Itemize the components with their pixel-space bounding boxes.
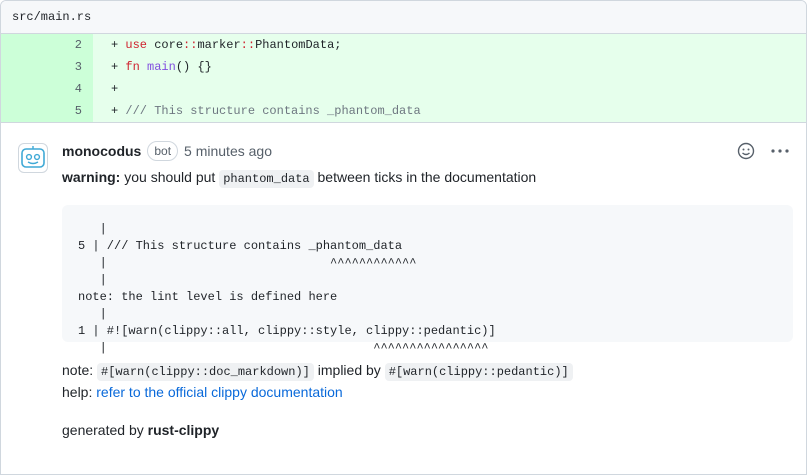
- warning-text: you should put: [120, 169, 220, 185]
- line-number[interactable]: 4: [53, 78, 93, 100]
- warning-line: warning: you should put phantom_data bet…: [62, 167, 793, 189]
- kebab-icon[interactable]: [770, 141, 790, 161]
- diff-gutter-old: [1, 78, 53, 100]
- inline-code: phantom_data: [219, 170, 314, 188]
- clippy-docs-link[interactable]: refer to the official clippy documentati…: [96, 384, 342, 400]
- generator-name: rust-clippy: [147, 422, 220, 438]
- file-header: src/main.rs: [1, 1, 806, 34]
- code-block: | 5 | /// This structure contains _phanto…: [62, 205, 793, 355]
- diff-code: +: [111, 82, 119, 96]
- diff-line: 5 + /// This structure contains _phantom…: [1, 100, 806, 122]
- line-number[interactable]: 2: [53, 34, 93, 56]
- diff-line: 4 +: [1, 78, 806, 100]
- diff-code: + fn main() {}: [111, 60, 212, 74]
- warning-text: between ticks in the documentation: [313, 169, 537, 185]
- diff-line: 2 + use core::marker::PhantomData;: [1, 34, 806, 56]
- help-line: help: refer to the official clippy docum…: [62, 384, 343, 400]
- diff-gutter-old: [1, 56, 53, 78]
- comment-body: warning: you should put phantom_data bet…: [62, 167, 793, 440]
- smiley-icon[interactable]: [736, 141, 756, 161]
- author-name[interactable]: monocodus: [62, 143, 141, 159]
- comment-header: monocodus bot 5 minutes ago: [62, 141, 272, 161]
- diff-line: 3 + fn main() {}: [1, 56, 806, 78]
- note-line: note: #[warn(clippy::doc_markdown)] impl…: [62, 360, 793, 382]
- diff-code: + /// This structure contains _phantom_d…: [111, 104, 421, 118]
- timestamp[interactable]: 5 minutes ago: [184, 143, 272, 159]
- diff-lines: 2 + use core::marker::PhantomData; 3 + f…: [1, 34, 806, 122]
- inline-code: #[warn(clippy::pedantic)]: [384, 363, 573, 381]
- comment-actions: [736, 141, 790, 161]
- inline-code: #[warn(clippy::doc_markdown)]: [97, 363, 314, 381]
- generated-by: generated by rust-clippy: [62, 422, 220, 438]
- diff-gutter-old: [1, 34, 53, 56]
- path-text: core::marker::PhantomData;: [147, 38, 342, 52]
- warning-label: warning:: [62, 169, 121, 185]
- diff-code: + use core::marker::PhantomData;: [111, 38, 342, 52]
- diff-gutter-old: [1, 100, 53, 122]
- line-number[interactable]: 5: [53, 100, 93, 122]
- diff-view: src/main.rs 2 + use core::marker::Phanto…: [0, 0, 807, 475]
- line-number[interactable]: 3: [53, 56, 93, 78]
- file-path[interactable]: src/main.rs: [12, 10, 91, 24]
- bot-avatar-icon[interactable]: [18, 143, 48, 173]
- bot-badge: bot: [147, 141, 179, 161]
- review-comment: monocodus bot 5 minutes ago warning: you…: [1, 122, 806, 474]
